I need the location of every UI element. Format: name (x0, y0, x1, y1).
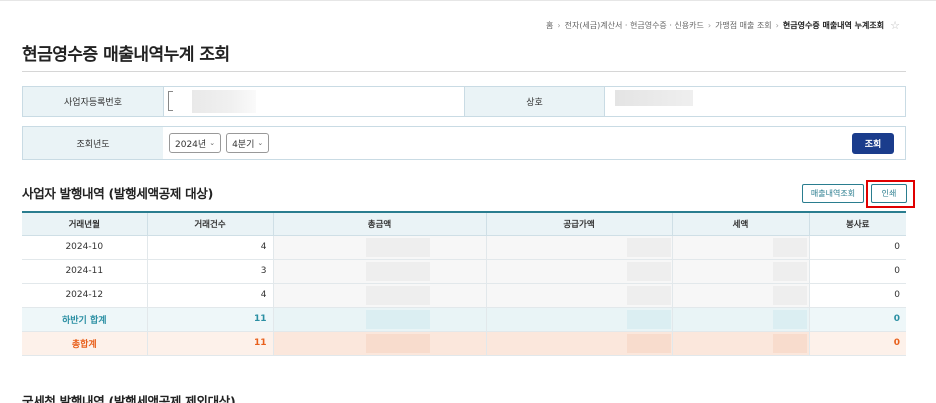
chevron-right-icon: › (775, 21, 779, 30)
business-info-panel: 사업자등록번호 상호 (22, 86, 906, 117)
subtotal-row: 하반기 합계 11 0 (22, 307, 906, 332)
subtotal-tax-redacted (672, 307, 810, 332)
chevron-down-icon: ⌄ (257, 139, 264, 147)
subtotal-count: 11 (147, 307, 274, 332)
breadcrumb-category[interactable]: 전자(세금)계산서 · 현금영수증 · 신용카드 (565, 20, 704, 31)
star-icon[interactable]: ☆ (890, 19, 900, 32)
cell-total-redacted (273, 235, 487, 260)
col-header-count: 거래건수 (147, 212, 274, 236)
cell-service: 0 (809, 283, 906, 308)
chevron-down-icon: ⌄ (209, 139, 216, 147)
company-value (604, 87, 905, 116)
cell-supply-redacted (486, 283, 673, 308)
cell-service: 0 (809, 235, 906, 260)
quarter-select[interactable]: 4분기 ⌄ (226, 133, 270, 153)
breadcrumb-home[interactable]: 홈 (546, 20, 553, 31)
breadcrumb-merchant[interactable]: 가맹점 매출 조회 (715, 20, 772, 31)
search-button[interactable]: 조회 (852, 133, 894, 154)
breadcrumb-current: 현금영수증 매출내역 누계조회 (782, 21, 885, 30)
cell-total-redacted (273, 283, 487, 308)
cell-tax-redacted (672, 283, 810, 308)
redacted-biz-no (192, 90, 256, 113)
col-header-tax: 세액 (672, 212, 810, 236)
top-divider (0, 0, 936, 1)
sales-detail-button[interactable]: 매출내역조회 (802, 184, 864, 203)
cell-count: 4 (147, 235, 274, 260)
cell-month: 2024-11 (22, 259, 148, 284)
subtotal-total-redacted (273, 307, 487, 332)
total-tax-redacted (672, 331, 810, 356)
table-row: 2024-10 4 0 (22, 235, 906, 260)
total-label: 총합계 (22, 331, 148, 356)
cell-tax-redacted (672, 259, 810, 284)
total-count: 11 (147, 331, 274, 356)
cell-tax-redacted (672, 235, 810, 260)
print-button[interactable]: 인쇄 (871, 184, 907, 203)
table-header-row: 거래년월 거래건수 총금액 공급가액 세액 봉사료 (22, 212, 906, 236)
redacted-company (615, 90, 693, 106)
col-header-month: 거래년월 (22, 212, 148, 236)
breadcrumb: 홈 › 전자(세금)계산서 · 현금영수증 · 신용카드 › 가맹점 매출 조회… (546, 19, 900, 32)
quarter-select-value: 4분기 (232, 139, 255, 150)
total-row: 총합계 11 0 (22, 331, 906, 356)
cell-month: 2024-10 (22, 235, 148, 260)
cell-count: 3 (147, 259, 274, 284)
cell-service: 0 (809, 259, 906, 284)
title-divider (22, 71, 906, 72)
subtotal-service: 0 (809, 307, 906, 332)
company-label: 상호 (464, 87, 604, 116)
total-amount-redacted (273, 331, 487, 356)
sales-summary-table: 거래년월 거래건수 총금액 공급가액 세액 봉사료 2024-10 4 0 20… (22, 211, 906, 356)
biz-no-label: 사업자등록번호 (23, 87, 163, 116)
cell-total-redacted (273, 259, 487, 284)
year-select[interactable]: 2024년 ⌄ (169, 133, 222, 153)
cell-supply-redacted (486, 259, 673, 284)
table-row: 2024-12 4 0 (22, 283, 906, 308)
biz-no-value (163, 87, 464, 116)
col-header-supply: 공급가액 (486, 212, 673, 236)
chevron-right-icon: › (707, 21, 712, 30)
year-select-value: 2024년 (175, 139, 207, 150)
query-panel: 조회년도 2024년 ⌄ 4분기 ⌄ 조회 (22, 126, 906, 160)
biz-no-field[interactable] (168, 91, 173, 111)
page-title: 현금영수증 매출내역누계 조회 (22, 45, 230, 65)
chevron-right-icon: › (557, 21, 561, 30)
cell-supply-redacted (486, 235, 673, 260)
section-title-business: 사업자 발행내역 (발행세액공제 대상) (22, 186, 213, 201)
section-title-nts: 국세청 발행내역 (발행세액공제 제외대상) (22, 394, 236, 403)
col-header-service: 봉사료 (809, 212, 906, 236)
total-service: 0 (809, 331, 906, 356)
table-row: 2024-11 3 0 (22, 259, 906, 284)
col-header-total: 총금액 (273, 212, 487, 236)
subtotal-supply-redacted (486, 307, 673, 332)
cell-count: 4 (147, 283, 274, 308)
subtotal-label: 하반기 합계 (22, 307, 148, 332)
cell-month: 2024-12 (22, 283, 148, 308)
year-label: 조회년도 (23, 127, 163, 159)
total-supply-redacted (486, 331, 673, 356)
